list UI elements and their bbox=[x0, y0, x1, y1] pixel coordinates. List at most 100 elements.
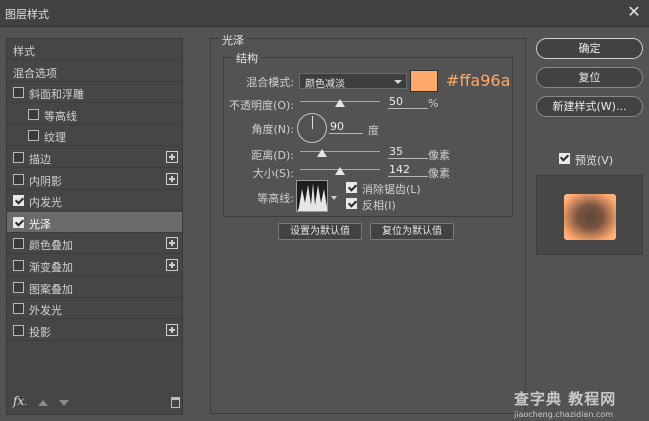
antialias-checkbox[interactable] bbox=[346, 182, 357, 193]
blend-mode-value: 颜色减淡 bbox=[305, 79, 345, 90]
preview-checkbox[interactable] bbox=[559, 153, 570, 164]
angle-needle bbox=[312, 116, 313, 129]
preview-label: 预览(V) bbox=[575, 154, 614, 167]
move-up-icon[interactable] bbox=[38, 400, 48, 406]
style-list-item[interactable]: 渐变叠加 bbox=[7, 255, 182, 276]
distance-slider-thumb[interactable] bbox=[317, 149, 327, 157]
trash-icon[interactable] bbox=[171, 397, 180, 408]
fx-button[interactable]: fx. bbox=[13, 394, 27, 408]
contour-thumbnail[interactable] bbox=[296, 180, 328, 212]
style-list-label: 纹理 bbox=[44, 131, 66, 144]
preview-thumbnail bbox=[564, 194, 616, 240]
set-default-button[interactable]: 设置为默认值 bbox=[278, 223, 362, 240]
style-list-label: 颜色叠加 bbox=[29, 239, 73, 252]
size-slider-thumb[interactable] bbox=[335, 167, 345, 175]
contour-curve bbox=[297, 183, 327, 211]
style-list-label: 渐变叠加 bbox=[29, 261, 73, 274]
contour-chevron-down-icon[interactable] bbox=[331, 196, 337, 200]
style-list-item[interactable]: 混合选项 bbox=[7, 61, 182, 82]
opacity-slider-thumb[interactable] bbox=[335, 99, 345, 107]
style-list-label: 投影 bbox=[29, 326, 51, 339]
style-list-item[interactable]: 颜色叠加 bbox=[7, 233, 182, 254]
close-icon[interactable]: ✕ bbox=[625, 3, 643, 21]
ok-button[interactable]: 确定 bbox=[536, 38, 643, 59]
style-checkbox[interactable] bbox=[13, 174, 24, 185]
style-list-label: 等高线 bbox=[44, 110, 77, 123]
invert-label: 反相(I) bbox=[362, 199, 396, 212]
style-checkbox[interactable] bbox=[13, 87, 24, 98]
style-list-item[interactable]: 光泽 bbox=[7, 212, 182, 233]
distance-unit: 像素 bbox=[428, 149, 450, 162]
size-label: 大小(S): bbox=[252, 167, 294, 180]
watermark-url: jiaocheng.chazidian.com bbox=[514, 410, 614, 419]
style-list-toolbar: fx. bbox=[7, 392, 182, 414]
blend-mode-select[interactable]: 颜色减淡 bbox=[299, 73, 407, 90]
distance-input[interactable]: 35 bbox=[388, 145, 428, 159]
satin-group-title: 光泽 bbox=[219, 32, 247, 48]
style-list-item[interactable]: 等高线 bbox=[7, 104, 182, 125]
angle-dial[interactable] bbox=[297, 113, 327, 143]
style-checkbox[interactable] bbox=[13, 238, 24, 249]
add-effect-icon[interactable] bbox=[166, 259, 178, 271]
add-effect-icon[interactable] bbox=[166, 151, 178, 163]
style-list-item[interactable]: 外发光 bbox=[7, 298, 182, 319]
style-list-label: 混合选项 bbox=[13, 67, 57, 80]
style-list-item[interactable]: 纹理 bbox=[7, 125, 182, 146]
style-checkbox[interactable] bbox=[13, 152, 24, 163]
style-list-item[interactable]: 内发光 bbox=[7, 190, 182, 211]
distance-label: 距离(D): bbox=[251, 149, 294, 162]
style-list-label: 光泽 bbox=[29, 218, 51, 231]
add-effect-icon[interactable] bbox=[166, 237, 178, 249]
add-effect-icon[interactable] bbox=[166, 173, 178, 185]
watermark: 查字典 教程网 jiaocheng.chazidian.com bbox=[514, 388, 616, 419]
style-list-item[interactable]: 描边 bbox=[7, 147, 182, 168]
angle-unit: 度 bbox=[368, 124, 379, 137]
angle-input[interactable]: 90 bbox=[329, 120, 363, 134]
style-preview bbox=[536, 175, 643, 255]
style-list-label: 内发光 bbox=[29, 196, 62, 209]
style-list-item[interactable]: 图案叠加 bbox=[7, 277, 182, 298]
window-title: 图层样式 bbox=[5, 8, 49, 21]
satin-color-swatch[interactable] bbox=[410, 70, 438, 92]
style-list-panel: 样式混合选项斜面和浮雕等高线纹理描边内阴影内发光光泽颜色叠加渐变叠加图案叠加外发… bbox=[6, 38, 183, 415]
style-list-item[interactable]: 斜面和浮雕 bbox=[7, 82, 182, 103]
new-style-button[interactable]: 新建样式(W)... bbox=[536, 96, 643, 117]
blend-mode-label: 混合模式: bbox=[246, 76, 294, 89]
style-list-item[interactable]: 样式 bbox=[7, 39, 182, 60]
opacity-label: 不透明度(O): bbox=[229, 99, 294, 112]
style-checkbox[interactable] bbox=[13, 217, 24, 228]
layer-style-dialog: 样式 混合选项 斜面和浮雕 等高线 纹理 描边 内阴影 内发光 光泽 颜色叠加 渐变叠加 图案叠加 外发… bbox=[0, 27, 649, 421]
style-list-label: 描边 bbox=[29, 153, 51, 166]
opacity-input[interactable]: 50 bbox=[388, 95, 428, 109]
style-checkbox[interactable] bbox=[28, 130, 39, 141]
antialias-label: 消除锯齿(L) bbox=[362, 183, 421, 196]
distance-slider-track[interactable] bbox=[300, 151, 380, 152]
invert-checkbox[interactable] bbox=[346, 198, 357, 209]
chevron-down-icon bbox=[394, 80, 402, 84]
watermark-title: 查字典 教程网 bbox=[514, 390, 617, 408]
color-hex-label: #ffa96a bbox=[446, 71, 511, 90]
contour-label: 等高线: bbox=[257, 192, 294, 205]
opacity-unit: % bbox=[428, 97, 439, 110]
style-list-label: 图案叠加 bbox=[29, 283, 73, 296]
reset-default-button[interactable]: 复位为默认值 bbox=[370, 223, 454, 240]
add-effect-icon[interactable] bbox=[166, 324, 178, 336]
style-list-item[interactable]: 内阴影 bbox=[7, 169, 182, 190]
style-checkbox[interactable] bbox=[13, 303, 24, 314]
title-bar: 图层样式 ✕ bbox=[0, 0, 649, 27]
style-checkbox[interactable] bbox=[28, 109, 39, 120]
reset-button[interactable]: 复位 bbox=[536, 67, 643, 88]
style-checkbox[interactable] bbox=[13, 282, 24, 293]
move-down-icon[interactable] bbox=[59, 400, 69, 406]
style-list-label: 样式 bbox=[13, 45, 35, 58]
style-checkbox[interactable] bbox=[13, 260, 24, 271]
style-list-label: 内阴影 bbox=[29, 175, 62, 188]
style-checkbox[interactable] bbox=[13, 195, 24, 206]
size-unit: 像素 bbox=[428, 167, 450, 180]
fx-suffix: . bbox=[24, 398, 27, 407]
style-list-label: 斜面和浮雕 bbox=[29, 88, 84, 101]
style-list-item[interactable]: 投影 bbox=[7, 320, 182, 341]
style-checkbox[interactable] bbox=[13, 325, 24, 336]
structure-group-title: 结构 bbox=[233, 50, 261, 66]
size-input[interactable]: 142 bbox=[388, 163, 428, 177]
